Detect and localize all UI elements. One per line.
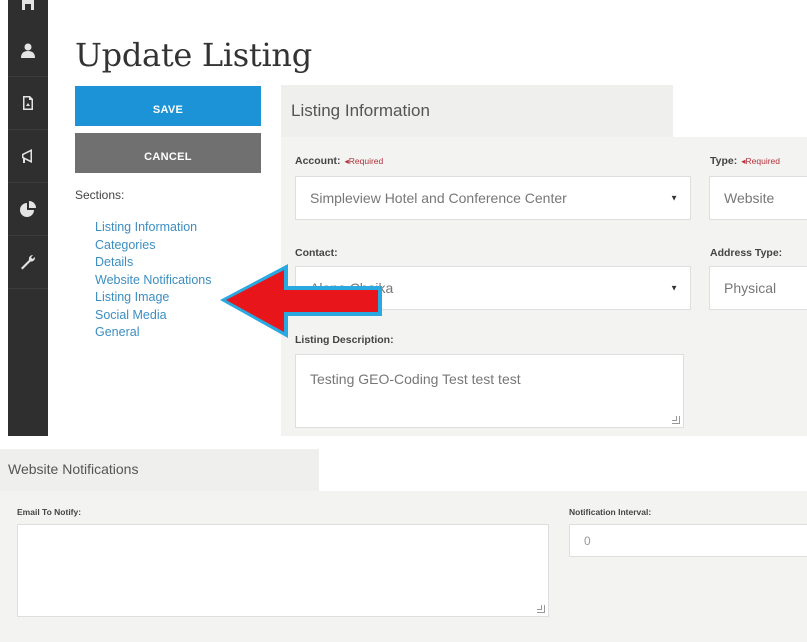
sections-nav: Listing Information Categories Details W… <box>95 219 212 342</box>
nav-documents[interactable] <box>8 77 48 130</box>
wrench-icon <box>21 254 36 270</box>
description-textarea[interactable]: Testing GEO-Coding Test test test <box>295 354 684 428</box>
email-to-notify-label: Email To Notify: <box>17 507 82 517</box>
section-link-website-notifications[interactable]: Website Notifications <box>95 272 212 290</box>
address-type-label: Address Type: <box>710 247 783 259</box>
side-nav-rail <box>8 0 48 436</box>
contact-label: Contact: <box>295 247 338 259</box>
section-link-categories[interactable]: Categories <box>95 237 212 255</box>
type-required-marker: ◂Required <box>741 156 780 166</box>
resize-grip-icon[interactable] <box>672 416 680 424</box>
chevron-down-icon: ▼ <box>670 193 678 203</box>
account-select[interactable]: Simpleview Hotel and Conference Center ▼ <box>295 176 691 220</box>
description-text: Testing GEO-Coding Test test test <box>310 371 521 387</box>
cancel-button[interactable]: CANCEL <box>75 133 261 173</box>
address-type-select[interactable]: Physical <box>709 266 807 310</box>
nav-marketing[interactable] <box>8 130 48 183</box>
sections-heading: Sections: <box>75 188 125 202</box>
annotation-arrow <box>220 264 382 338</box>
website-notifications-title: Website Notifications <box>8 461 139 477</box>
pie-chart-icon <box>20 201 36 217</box>
account-label: Account: ◂Required <box>295 155 383 167</box>
resize-grip-icon[interactable] <box>537 605 545 613</box>
document-icon <box>23 96 33 110</box>
section-link-details[interactable]: Details <box>95 254 212 272</box>
save-button[interactable]: SAVE <box>75 86 261 126</box>
nav-users[interactable] <box>8 24 48 77</box>
notification-interval-label: Notification Interval: <box>569 507 652 517</box>
page-title: Update Listing <box>75 36 312 74</box>
type-select[interactable]: Website <box>709 176 807 220</box>
type-select-value: Website <box>724 190 775 206</box>
notification-interval-value: 0 <box>584 533 591 548</box>
account-label-text: Account: <box>295 155 341 167</box>
megaphone-icon <box>22 149 32 163</box>
account-required-marker: ◂Required <box>344 156 384 166</box>
notification-interval-input[interactable]: 0 <box>569 524 807 557</box>
listing-information-title: Listing Information <box>291 101 430 120</box>
section-link-listing-image[interactable]: Listing Image <box>95 289 212 307</box>
section-link-general[interactable]: General <box>95 324 212 342</box>
home-icon <box>22 0 34 10</box>
nav-reports[interactable] <box>8 183 48 236</box>
section-link-listing-information[interactable]: Listing Information <box>95 219 212 237</box>
email-to-notify-textarea[interactable] <box>17 524 549 617</box>
nav-home[interactable] <box>8 0 48 24</box>
chevron-down-icon: ▼ <box>670 283 678 293</box>
type-label: Type: ◂Required <box>710 155 780 167</box>
nav-settings[interactable] <box>8 236 48 289</box>
account-select-value: Simpleview Hotel and Conference Center <box>310 190 567 206</box>
user-icon <box>21 43 35 58</box>
section-link-social-media[interactable]: Social Media <box>95 307 212 325</box>
address-type-select-value: Physical <box>724 280 777 296</box>
type-label-text: Type: <box>710 155 738 167</box>
